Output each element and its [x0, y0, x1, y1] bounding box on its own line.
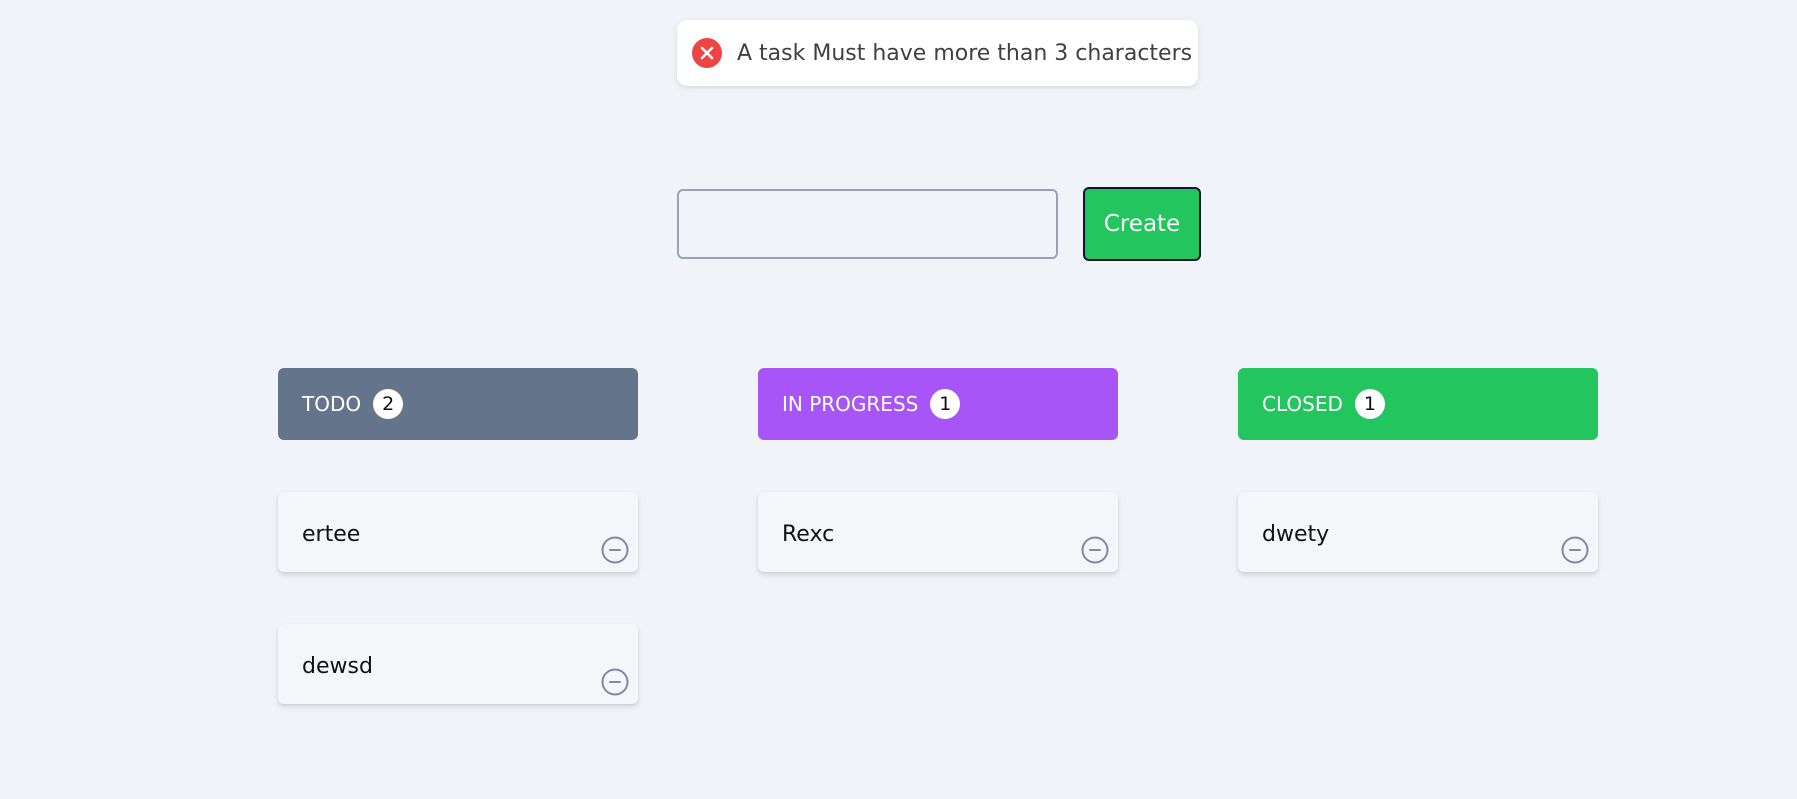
column-title: IN PROGRESS	[782, 392, 919, 416]
create-button[interactable]: Create	[1083, 187, 1201, 261]
column-header-in-progress: IN PROGRESS 1	[758, 368, 1118, 440]
column-in-progress: IN PROGRESS 1 Rexc	[758, 368, 1118, 572]
count-badge: 2	[373, 389, 404, 419]
column-header-closed: CLOSED 1	[1238, 368, 1598, 440]
toast-message: A task Must have more than 3 characters	[737, 40, 1193, 66]
task-card[interactable]: dwety	[1238, 492, 1598, 572]
task-card[interactable]: ertee	[278, 492, 638, 572]
column-header-todo: TODO 2	[278, 368, 638, 440]
column-title: TODO	[302, 392, 362, 416]
remove-icon[interactable]	[1081, 536, 1109, 564]
error-x-icon	[692, 38, 722, 68]
task-card[interactable]: Rexc	[758, 492, 1118, 572]
count-badge: 1	[1354, 389, 1385, 419]
count-badge: 1	[930, 389, 961, 419]
task-title: Rexc	[782, 522, 835, 547]
error-toast: A task Must have more than 3 characters	[677, 20, 1198, 86]
task-title: ertee	[302, 522, 361, 547]
column-title: CLOSED	[1262, 392, 1343, 416]
column-todo: TODO 2 ertee dewsd	[278, 368, 638, 704]
remove-icon[interactable]	[1561, 536, 1589, 564]
task-name-input[interactable]	[677, 189, 1058, 259]
task-title: dwety	[1262, 522, 1330, 547]
page: A task Must have more than 3 characters …	[0, 0, 1797, 799]
task-title: dewsd	[302, 654, 373, 679]
remove-icon[interactable]	[601, 668, 629, 696]
task-card[interactable]: dewsd	[278, 624, 638, 704]
column-closed: CLOSED 1 dwety	[1238, 368, 1598, 572]
remove-icon[interactable]	[601, 536, 629, 564]
